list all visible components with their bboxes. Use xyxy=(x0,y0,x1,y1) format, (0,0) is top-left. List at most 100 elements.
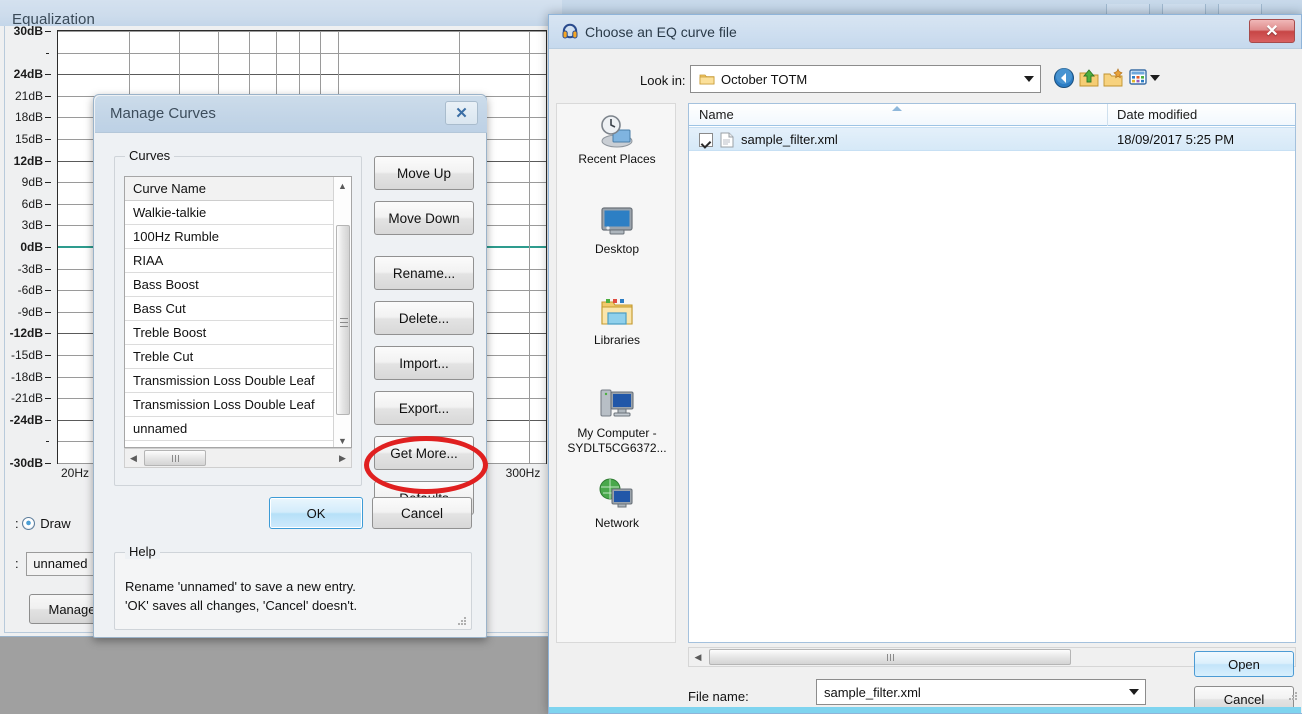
eq-y-tick xyxy=(46,53,49,54)
scroll-right-arrow-icon[interactable]: ▶ xyxy=(334,449,351,467)
xml-file-icon xyxy=(720,132,734,148)
file-checkbox[interactable] xyxy=(699,133,713,147)
eq-y-tick xyxy=(45,312,51,313)
file-dialog-close-icon[interactable]: ✕ xyxy=(1249,19,1295,43)
export-button[interactable]: Export... xyxy=(374,391,474,425)
eq-y-label: 12dB xyxy=(13,154,43,168)
up-folder-icon[interactable] xyxy=(1078,67,1102,91)
place-libraries[interactable]: Libraries xyxy=(557,291,677,348)
column-header-date-modified[interactable]: Date modified xyxy=(1117,107,1197,122)
move-up-button[interactable]: Move Up xyxy=(374,156,474,190)
resize-grip-icon[interactable] xyxy=(455,614,467,626)
scroll-left-arrow-icon[interactable]: ◀ xyxy=(125,449,142,467)
place-my-computer[interactable]: My Computer - SYDLT5CG6372... xyxy=(557,382,677,456)
eq-y-tick xyxy=(45,182,51,183)
scroll-left-arrow-icon[interactable]: ◀ xyxy=(689,648,707,666)
list-item[interactable]: Bass Boost xyxy=(125,273,333,297)
new-folder-icon[interactable] xyxy=(1103,67,1127,91)
audacity-app-icon xyxy=(561,23,579,41)
eq-y-tick xyxy=(46,441,49,442)
close-icon[interactable]: ✕ xyxy=(445,101,478,125)
eq-x-label-300hz: 300Hz xyxy=(505,466,541,480)
place-recent-places[interactable]: Recent Places xyxy=(557,110,677,167)
list-item[interactable]: Transmission Loss Double Leaf xyxy=(125,369,333,393)
move-down-button[interactable]: Move Down xyxy=(374,201,474,235)
eq-y-label: 18dB xyxy=(14,110,43,124)
column-header-name[interactable]: Name xyxy=(699,107,734,122)
cancel-button[interactable]: Cancel xyxy=(372,497,472,529)
curves-list-hscrollbar[interactable]: ◀ ▶ xyxy=(124,448,352,468)
rename-button[interactable]: Rename... xyxy=(374,256,474,290)
open-button[interactable]: Open xyxy=(1194,651,1294,677)
help-group-label: Help xyxy=(125,544,160,559)
chevron-down-icon[interactable] xyxy=(1024,76,1034,82)
draw-radio-button[interactable] xyxy=(22,517,36,530)
place-label: Desktop xyxy=(594,242,640,256)
eq-y-label: -6dB xyxy=(17,283,43,297)
eq-draw-mode-row: : Draw xyxy=(15,516,71,531)
eq-y-label: -9dB xyxy=(17,305,43,319)
list-item[interactable]: unnamed xyxy=(125,417,333,441)
list-item[interactable]: Treble Boost xyxy=(125,321,333,345)
manage-curves-title: Manage Curves xyxy=(110,105,216,122)
eq-grid-hline xyxy=(58,53,546,54)
look-in-value: October TOTM xyxy=(721,72,808,87)
curves-list-vscrollbar[interactable]: ▲ ▼ xyxy=(333,177,351,447)
back-icon[interactable] xyxy=(1053,67,1077,91)
list-item[interactable]: Bass Cut xyxy=(125,297,333,321)
view-mode-icon[interactable] xyxy=(1128,67,1162,91)
eq-y-label: -30dB xyxy=(9,456,43,470)
folder-icon xyxy=(699,71,715,87)
vscroll-thumb[interactable] xyxy=(336,225,350,415)
list-item[interactable]: Transmission Loss Double Leaf xyxy=(125,393,333,417)
places-bar: Recent Places Desktop Libraries My Compu… xyxy=(556,103,676,643)
eq-y-label: 21dB xyxy=(14,89,43,103)
eq-y-tick xyxy=(45,139,51,140)
get-more-button[interactable]: Get More... xyxy=(374,436,474,470)
ok-button[interactable]: OK xyxy=(269,497,363,529)
curves-list[interactable]: Curve Name Walkie-talkie 100Hz Rumble RIAA B… xyxy=(124,176,352,448)
scroll-down-arrow-icon[interactable]: ▼ xyxy=(334,432,351,447)
look-in-label: Look in: xyxy=(640,73,686,88)
file-list[interactable]: Name Date modified sample_filter.xml 18/… xyxy=(688,103,1296,643)
eq-y-label: 15dB xyxy=(14,132,43,146)
list-item[interactable]: Walkie-talkie xyxy=(125,201,333,225)
chevron-down-icon[interactable] xyxy=(1129,689,1139,695)
place-network[interactable]: Network xyxy=(557,474,677,531)
look-in-combobox[interactable]: October TOTM xyxy=(690,65,1041,93)
eq-y-label: 24dB xyxy=(13,67,43,81)
place-label: My Computer - SYDLT5CG6372... xyxy=(567,426,667,455)
help-line-1: Rename 'unnamed' to save a new entry. xyxy=(125,579,356,594)
eq-y-label: 3dB xyxy=(21,218,43,232)
eq-y-tick xyxy=(45,377,51,378)
eq-y-label: 6dB xyxy=(21,197,43,211)
hscroll-thumb[interactable] xyxy=(144,450,206,466)
eq-y-tick xyxy=(45,247,51,248)
place-desktop[interactable]: Desktop xyxy=(557,200,677,257)
file-dialog-resize-grip-icon[interactable] xyxy=(1286,689,1298,701)
eq-y-tick xyxy=(45,420,51,421)
eq-y-tick xyxy=(45,269,51,270)
delete-button[interactable]: Delete... xyxy=(374,301,474,335)
file-name-cell: sample_filter.xml xyxy=(741,132,838,147)
curves-group-label: Curves xyxy=(125,148,175,163)
list-item[interactable]: Treble Cut xyxy=(125,345,333,369)
file-list-header: Name Date modified xyxy=(689,104,1295,126)
list-item[interactable]: 100Hz Rumble xyxy=(125,225,333,249)
column-divider[interactable] xyxy=(1107,104,1108,126)
eq-y-label: 30dB xyxy=(13,24,43,38)
hscroll-thumb[interactable] xyxy=(709,649,1071,665)
eq-y-tick xyxy=(45,398,51,399)
eq-y-tick xyxy=(45,290,51,291)
view-mode-caret-icon[interactable] xyxy=(1150,75,1160,81)
eq-y-tick xyxy=(45,96,51,97)
scroll-up-arrow-icon[interactable]: ▲ xyxy=(334,177,351,194)
file-name-input[interactable]: sample_filter.xml xyxy=(816,679,1146,705)
eq-y-label: -15dB xyxy=(10,348,43,362)
draw-radio-label: Draw xyxy=(40,516,71,531)
table-row[interactable]: sample_filter.xml 18/09/2017 5:25 PM xyxy=(689,127,1295,151)
eq-y-tick xyxy=(45,355,51,356)
curve-list-header[interactable]: Curve Name xyxy=(125,177,333,201)
import-button[interactable]: Import... xyxy=(374,346,474,380)
list-item[interactable]: RIAA xyxy=(125,249,333,273)
